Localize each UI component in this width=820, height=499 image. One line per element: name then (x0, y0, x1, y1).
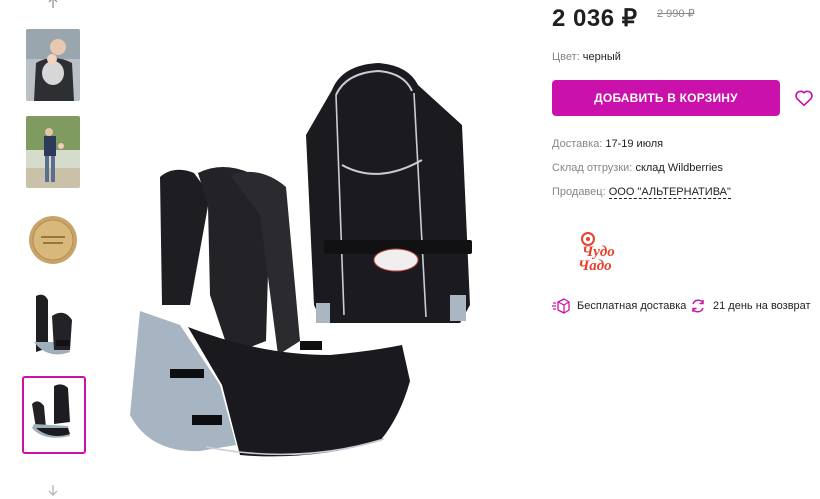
svg-text:Чадо: Чадо (578, 258, 612, 274)
warehouse-label: Склад отгрузки: (552, 162, 633, 174)
scroll-up-button[interactable] (44, 0, 62, 12)
delivery-label: Доставка: (552, 138, 603, 150)
scroll-down-button[interactable] (44, 481, 62, 499)
arrow-down-icon (48, 485, 58, 496)
thumbnail-1[interactable] (26, 29, 80, 101)
seller-label: Продавец: (552, 186, 606, 198)
brand-logo[interactable]: Чудо Чадо (576, 228, 622, 274)
box-icon (552, 298, 570, 314)
add-to-cart-button[interactable]: ДОБАВИТЬ В КОРЗИНУ (552, 80, 780, 116)
thumbnail-5[interactable] (22, 376, 86, 454)
delivery-value: 17-19 июля (605, 138, 664, 150)
arrow-up-icon (48, 0, 58, 8)
product-image[interactable] (110, 55, 490, 465)
thumbnail-2[interactable] (26, 116, 80, 188)
return-text: 21 день на возврат (713, 300, 811, 312)
warehouse-value: склад Wildberries (635, 162, 723, 174)
favorite-button[interactable] (793, 87, 815, 109)
color-row: Цвет: черный (552, 51, 621, 63)
thumbnail-3[interactable] (26, 204, 80, 276)
color-label: Цвет: (552, 51, 580, 63)
warehouse-row: Склад отгрузки: склад Wildberries (552, 162, 723, 174)
delivery-row: Доставка: 17-19 июля (552, 138, 663, 150)
thumbnail-4[interactable] (26, 290, 80, 362)
free-delivery-text: Бесплатная доставка (577, 300, 687, 312)
color-value: черный (582, 51, 621, 63)
seller-row: Продавец: ООО "АЛЬТЕРНАТИВА" (552, 186, 731, 199)
old-price: 2 990 ₽ (657, 8, 695, 20)
seller-link[interactable]: ООО "АЛЬТЕРНАТИВА" (608, 186, 731, 199)
current-price: 2 036 ₽ (552, 5, 638, 32)
heart-icon (795, 90, 813, 107)
free-delivery-info: Бесплатная доставка (552, 298, 686, 314)
return-icon (692, 299, 704, 313)
return-info: 21 день на возврат (690, 298, 811, 314)
